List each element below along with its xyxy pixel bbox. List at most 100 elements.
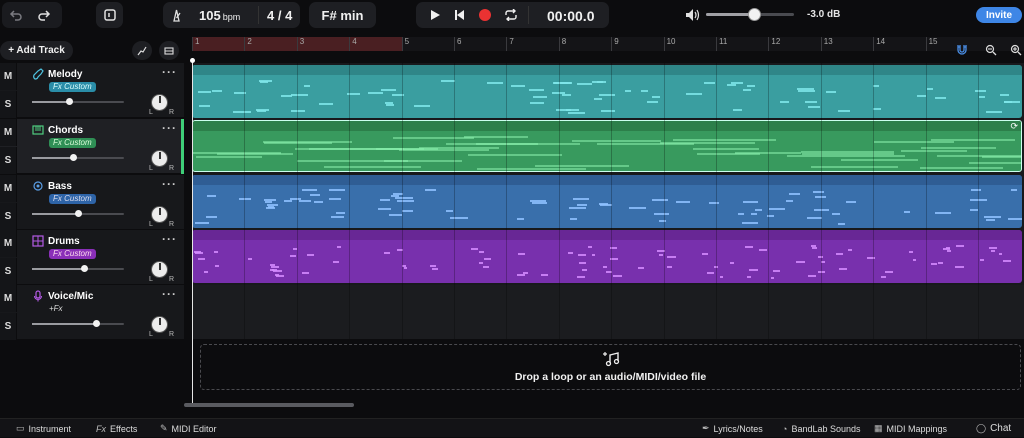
track-name[interactable]: Chords <box>48 125 83 136</box>
mute-button[interactable]: M <box>0 63 17 90</box>
pan-knob[interactable]: LR <box>149 316 174 338</box>
mute-button[interactable]: M <box>0 175 17 202</box>
chords-clip[interactable]: ⟳ <box>192 120 1022 172</box>
track-name[interactable]: Melody <box>48 69 82 80</box>
track-menu-icon[interactable]: ··· <box>162 177 177 191</box>
editor-toggle-button[interactable] <box>96 2 123 28</box>
pan-knob[interactable]: LR <box>149 206 174 228</box>
track-melody[interactable]: M S Melody Fx Custom ··· LR <box>0 63 184 118</box>
arrangement-grid[interactable]: ⟳ <box>192 63 1024 339</box>
pan-knob[interactable]: LR <box>149 150 174 172</box>
loop-icon[interactable] <box>498 2 524 28</box>
midi-note <box>747 84 756 87</box>
track-volume-slider[interactable] <box>32 210 124 217</box>
horizontal-scrollbar[interactable] <box>184 403 354 407</box>
zoom-in-icon[interactable] <box>1008 42 1024 58</box>
skip-back-icon[interactable] <box>446 2 472 28</box>
voice-mic-lane[interactable] <box>192 285 1024 339</box>
volume-thumb[interactable] <box>70 154 78 161</box>
bandlab-sounds-button[interactable]: ◔ BandLab Sounds <box>782 419 861 438</box>
volume-thumb[interactable] <box>81 265 89 272</box>
midi-note <box>386 104 394 107</box>
timeline-ruler[interactable]: 1 2 3 4 5 6 7 8 9 10 11 12 13 14 15 <box>192 37 1024 51</box>
track-volume-slider[interactable] <box>32 265 124 272</box>
midi-note <box>934 212 952 215</box>
invite-button[interactable]: Invite <box>976 7 1022 23</box>
track-drums[interactable]: M S Drums Fx Custom ··· LR <box>0 230 184 285</box>
redo-icon[interactable] <box>30 2 58 28</box>
instrument-button[interactable]: ▭ Instrument <box>16 419 71 438</box>
volume-fill <box>32 268 85 270</box>
midi-note <box>984 216 1002 219</box>
track-menu-icon[interactable]: ··· <box>162 287 177 301</box>
time-signature[interactable]: 4 / 4 <box>267 8 292 23</box>
tempo-field[interactable]: 105 bpm <box>199 2 240 28</box>
fx-badge[interactable]: Fx Custom <box>49 249 96 259</box>
effects-button[interactable]: Fx Effects <box>96 419 137 438</box>
volume-thumb[interactable] <box>93 320 101 327</box>
track-menu-icon[interactable]: ··· <box>162 121 177 135</box>
midi-editor-button[interactable]: ✎ MIDI Editor <box>160 419 217 438</box>
track-menu-icon[interactable]: ··· <box>162 232 177 246</box>
volume-thumb[interactable] <box>65 98 73 105</box>
solo-button[interactable]: S <box>0 91 17 118</box>
record-icon[interactable] <box>472 2 498 28</box>
snap-magnet-icon[interactable] <box>954 42 970 58</box>
solo-button[interactable]: S <box>0 147 17 174</box>
master-volume-thumb[interactable] <box>748 8 762 21</box>
gear-instrument-icon <box>33 181 43 191</box>
track-menu-icon[interactable]: ··· <box>162 65 177 79</box>
volume-thumb[interactable] <box>75 210 82 217</box>
solo-button[interactable]: S <box>0 258 17 285</box>
pan-knob[interactable]: LR <box>149 261 174 283</box>
mute-button[interactable]: M <box>0 285 17 312</box>
loop-clip-icon[interactable]: ⟳ <box>1010 121 1018 132</box>
fx-badge[interactable]: Fx Custom <box>49 138 96 148</box>
midi-note <box>727 83 736 86</box>
undo-icon[interactable] <box>2 2 30 28</box>
track-name[interactable]: Bass <box>48 181 72 192</box>
midi-note <box>304 84 311 87</box>
fx-badge[interactable]: Fx Custom <box>49 82 96 92</box>
track-volume-slider[interactable] <box>32 320 124 327</box>
speaker-icon[interactable] <box>684 7 700 23</box>
solo-button[interactable]: S <box>0 313 17 340</box>
track-name[interactable]: Voice/Mic <box>48 291 93 302</box>
track-voice-mic[interactable]: M S Voice/Mic +Fx ··· LR <box>0 285 184 340</box>
midi-mappings-button[interactable]: ▦ MIDI Mappings <box>874 419 947 438</box>
mixer-icon[interactable] <box>159 41 179 60</box>
tempo-unit: bpm <box>222 12 241 22</box>
drop-zone[interactable]: Drop a loop or an audio/MIDI/video file <box>200 344 1021 390</box>
track-name[interactable]: Drums <box>48 236 80 247</box>
pan-knob[interactable]: LR <box>149 94 174 116</box>
midi-note <box>770 277 774 280</box>
playhead[interactable] <box>192 58 193 404</box>
midi-mappings-label: MIDI Mappings <box>886 423 948 434</box>
metronome-icon[interactable] <box>163 2 189 28</box>
midi-note <box>318 103 333 106</box>
mute-button[interactable]: M <box>0 119 17 146</box>
add-fx-button[interactable]: +Fx <box>49 304 63 314</box>
drums-clip[interactable] <box>192 230 1022 283</box>
midi-note <box>561 93 571 96</box>
track-chords[interactable]: M S Chords Fx Custom ··· LR <box>0 119 184 174</box>
track-bass[interactable]: M S Bass Fx Custom ··· LR <box>0 175 184 230</box>
key-selector[interactable]: F# min <box>309 2 376 28</box>
track-volume-slider[interactable] <box>32 154 124 161</box>
chat-button[interactable]: ◯ Chat <box>976 419 1011 438</box>
play-icon[interactable] <box>422 2 448 28</box>
zoom-out-icon[interactable] <box>983 42 999 58</box>
mute-button[interactable]: M <box>0 230 17 257</box>
ruler-tick: 11 <box>716 37 727 51</box>
solo-button[interactable]: S <box>0 203 17 230</box>
melody-clip[interactable] <box>192 65 1022 118</box>
fx-badge[interactable]: Fx Custom <box>49 194 96 204</box>
bass-clip[interactable] <box>192 175 1022 228</box>
add-track-button[interactable]: + Add Track <box>0 41 73 60</box>
automation-icon[interactable] <box>132 41 152 60</box>
lyrics-notes-button[interactable]: ✒ Lyrics/Notes <box>702 419 763 438</box>
playhead-handle[interactable] <box>190 58 195 63</box>
midi-note <box>1002 260 1012 263</box>
track-volume-slider[interactable] <box>32 98 124 105</box>
master-volume-slider[interactable] <box>706 8 794 21</box>
